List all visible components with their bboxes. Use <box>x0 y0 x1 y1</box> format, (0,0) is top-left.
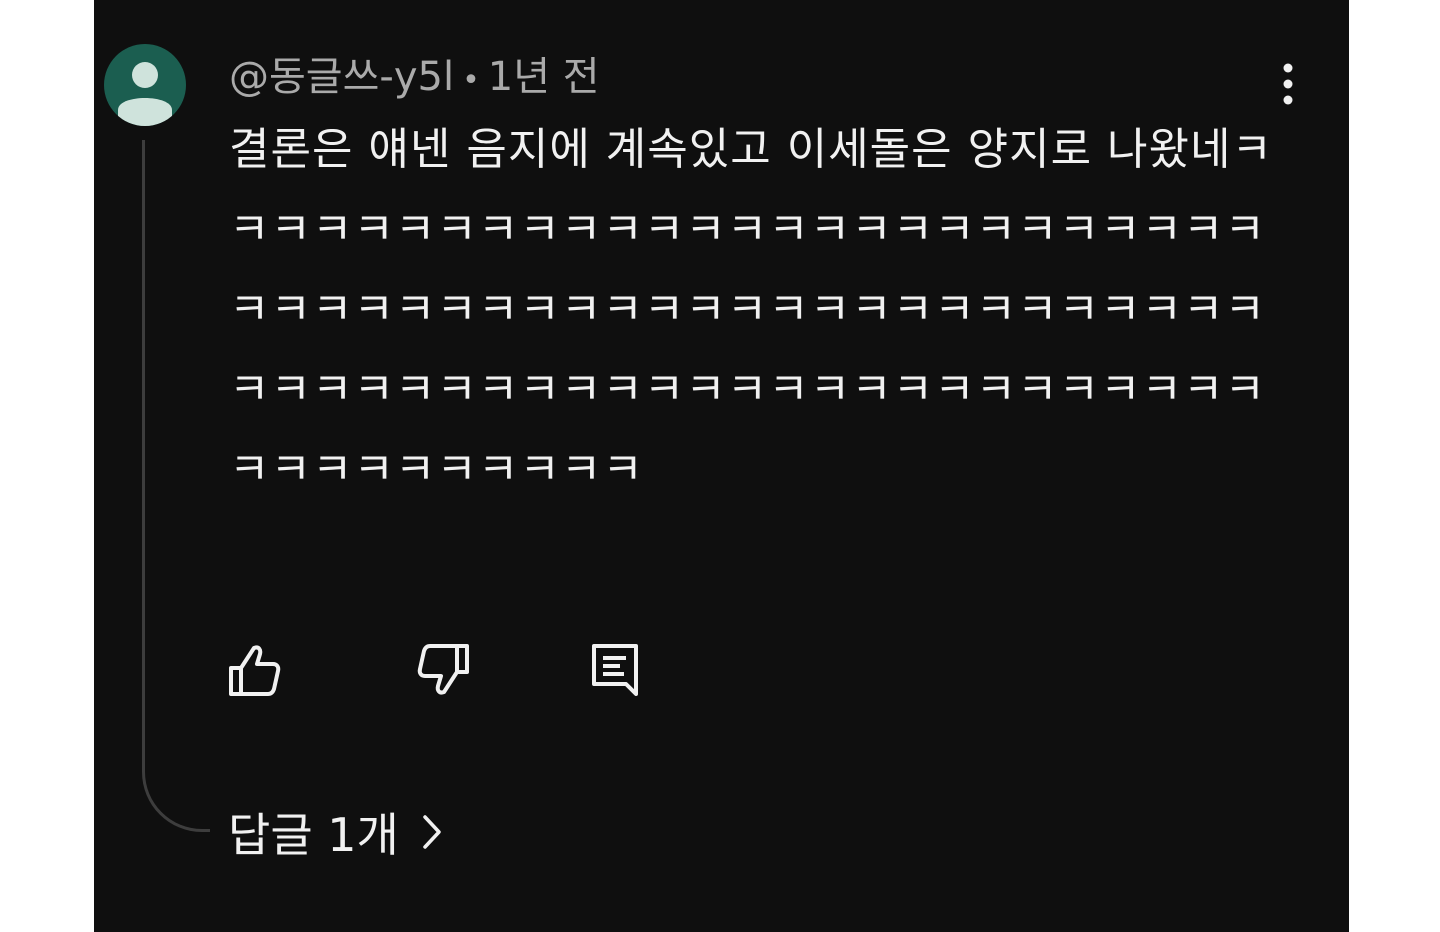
like-button[interactable] <box>226 640 282 700</box>
comment-body: 결론은 얘넨 음지에 계속있고 이세돌은 양지로 나왔네ㅋㅋㅋㅋㅋㅋㅋㅋㅋㅋㅋㅋ… <box>229 124 1273 495</box>
comment-meta: @동글쓰-y5l • 1년 전 <box>229 52 600 102</box>
author-name[interactable]: @동글쓰-y5l <box>229 54 454 100</box>
meta-separator: • <box>462 63 480 98</box>
more-vertical-icon <box>1283 63 1293 105</box>
comment-icon <box>592 644 638 696</box>
thumbs-down-icon <box>417 644 469 695</box>
chevron-right-icon <box>421 800 443 870</box>
comment-screen: @동글쓰-y5l • 1년 전 결론은 얘넨 음지에 계속있고 이세돌은 양지로 나… <box>94 0 1349 932</box>
reply-button[interactable] <box>588 640 644 700</box>
dislike-button[interactable] <box>416 640 472 700</box>
more-options-button[interactable] <box>1266 58 1310 110</box>
thumbs-up-icon <box>229 645 281 696</box>
thread-line <box>142 140 210 832</box>
replies-label: 답글 1개 <box>228 808 399 862</box>
default-user-icon <box>118 62 172 126</box>
view-replies-button[interactable]: 답글 1개 <box>228 800 443 870</box>
comment-timestamp: 1년 전 <box>487 54 600 100</box>
avatar[interactable] <box>104 44 186 126</box>
